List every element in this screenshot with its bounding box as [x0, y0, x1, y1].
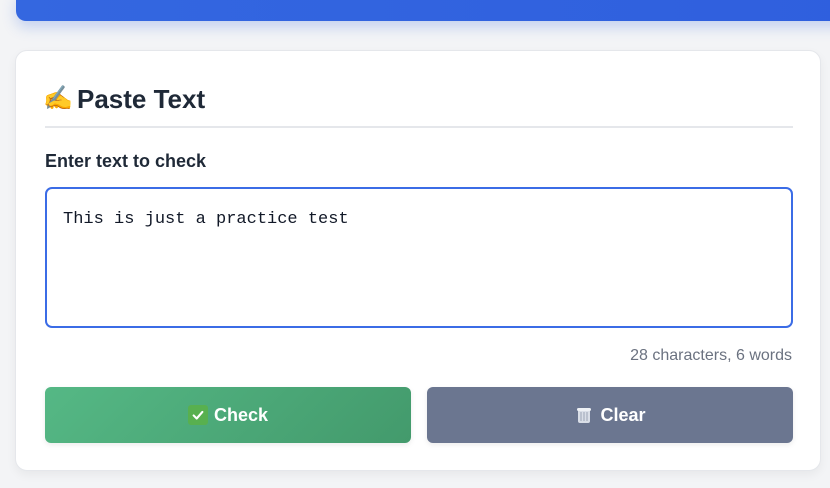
text-input-container [45, 187, 793, 328]
card-header: ✍️ Paste Text [43, 80, 793, 128]
action-buttons: Check Clear [45, 387, 793, 443]
check-mark-button-icon [187, 405, 208, 425]
top-banner [16, 0, 830, 21]
paste-text-card: ✍️ Paste Text Enter text to check 28 cha… [15, 50, 821, 471]
card-title: Paste Text [77, 83, 206, 114]
writing-hand-icon: ✍️ [43, 85, 73, 112]
character-word-counter: 28 characters, 6 words [630, 347, 792, 364]
check-button[interactable]: Check [45, 387, 411, 443]
clear-button-label: Clear [600, 404, 646, 425]
text-input[interactable] [47, 189, 791, 326]
check-button-label: Check [213, 404, 269, 425]
trash-can-icon [574, 405, 594, 425]
clear-button[interactable]: Clear [427, 387, 793, 443]
text-input-label: Enter text to check [45, 151, 207, 171]
